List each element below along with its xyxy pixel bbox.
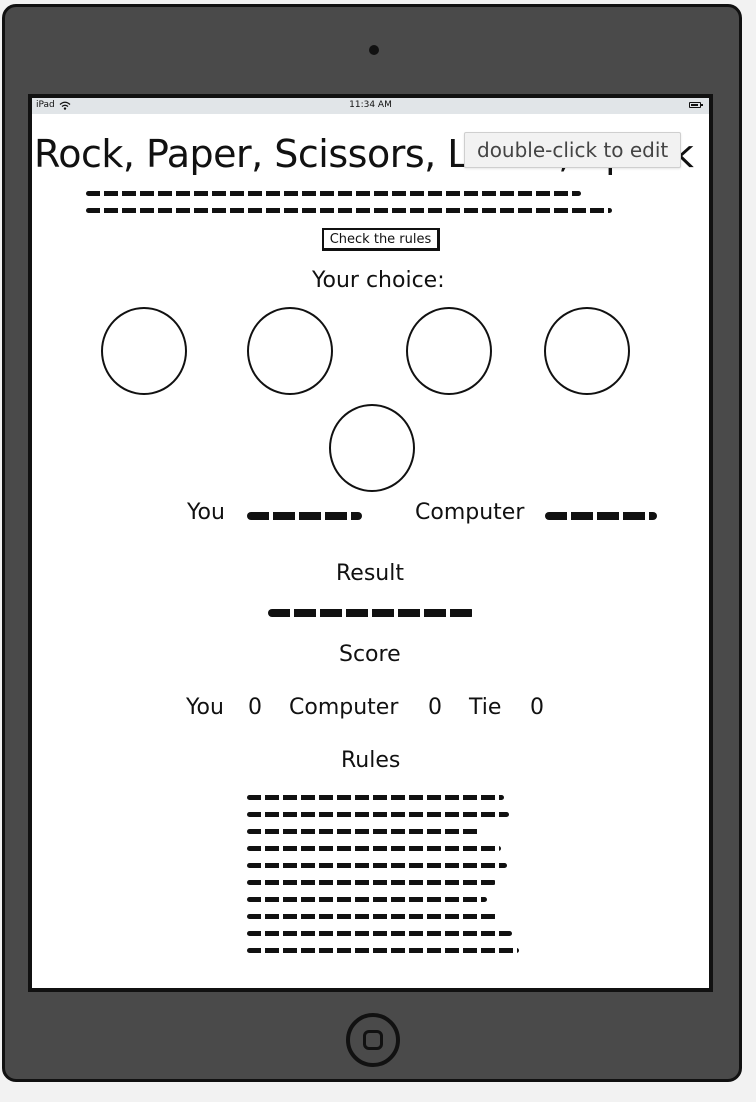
battery-icon — [689, 102, 703, 108]
rules-text-line — [247, 795, 504, 800]
computer-choice-label: Computer — [415, 500, 525, 525]
edit-tooltip: double-click to edit — [464, 132, 682, 168]
score-computer-value: 0 — [428, 695, 442, 720]
camera-icon — [369, 45, 379, 55]
rules-text-line — [247, 863, 507, 868]
score-tie-value: 0 — [530, 695, 544, 720]
rules-text-line — [247, 846, 501, 851]
score-tie-label: Tie — [469, 695, 502, 720]
intro-text-line — [86, 208, 612, 213]
check-rules-button[interactable]: Check the rules — [322, 228, 440, 251]
choice-spock-button[interactable] — [329, 404, 415, 492]
score-computer-label: Computer — [289, 695, 399, 720]
rules-text-line — [247, 829, 480, 834]
choice-scissors-button[interactable] — [406, 307, 492, 395]
score-you-label: You — [186, 695, 224, 720]
rules-text-line — [247, 812, 509, 817]
result-value — [268, 609, 475, 617]
choice-heading: Your choice: — [312, 268, 445, 293]
score-you-value: 0 — [248, 695, 262, 720]
intro-text-line — [86, 191, 581, 196]
choice-lizard-button[interactable] — [544, 307, 630, 395]
computer-choice-value — [545, 512, 657, 520]
result-heading: Result — [336, 561, 404, 586]
ipad-screen: iPad 11:34 AM Rock, Paper, Scissors, Liz… — [28, 94, 713, 992]
rules-heading: Rules — [341, 748, 401, 773]
rules-text-line — [247, 948, 519, 953]
status-bar: iPad 11:34 AM — [32, 98, 709, 114]
rules-text-line — [247, 914, 497, 919]
wireframe-canvas: iPad 11:34 AM Rock, Paper, Scissors, Liz… — [0, 0, 756, 1102]
home-button-inner — [363, 1030, 383, 1050]
choice-rock-button[interactable] — [101, 307, 187, 395]
rules-text-line — [247, 897, 487, 902]
choice-paper-button[interactable] — [247, 307, 333, 395]
rules-text-line — [247, 880, 496, 885]
rules-text-line — [247, 931, 512, 936]
home-button-icon[interactable] — [346, 1013, 400, 1067]
player-choice-label: You — [187, 500, 225, 525]
player-choice-value — [247, 512, 362, 520]
score-heading: Score — [339, 642, 401, 667]
status-time: 11:34 AM — [349, 100, 392, 110]
